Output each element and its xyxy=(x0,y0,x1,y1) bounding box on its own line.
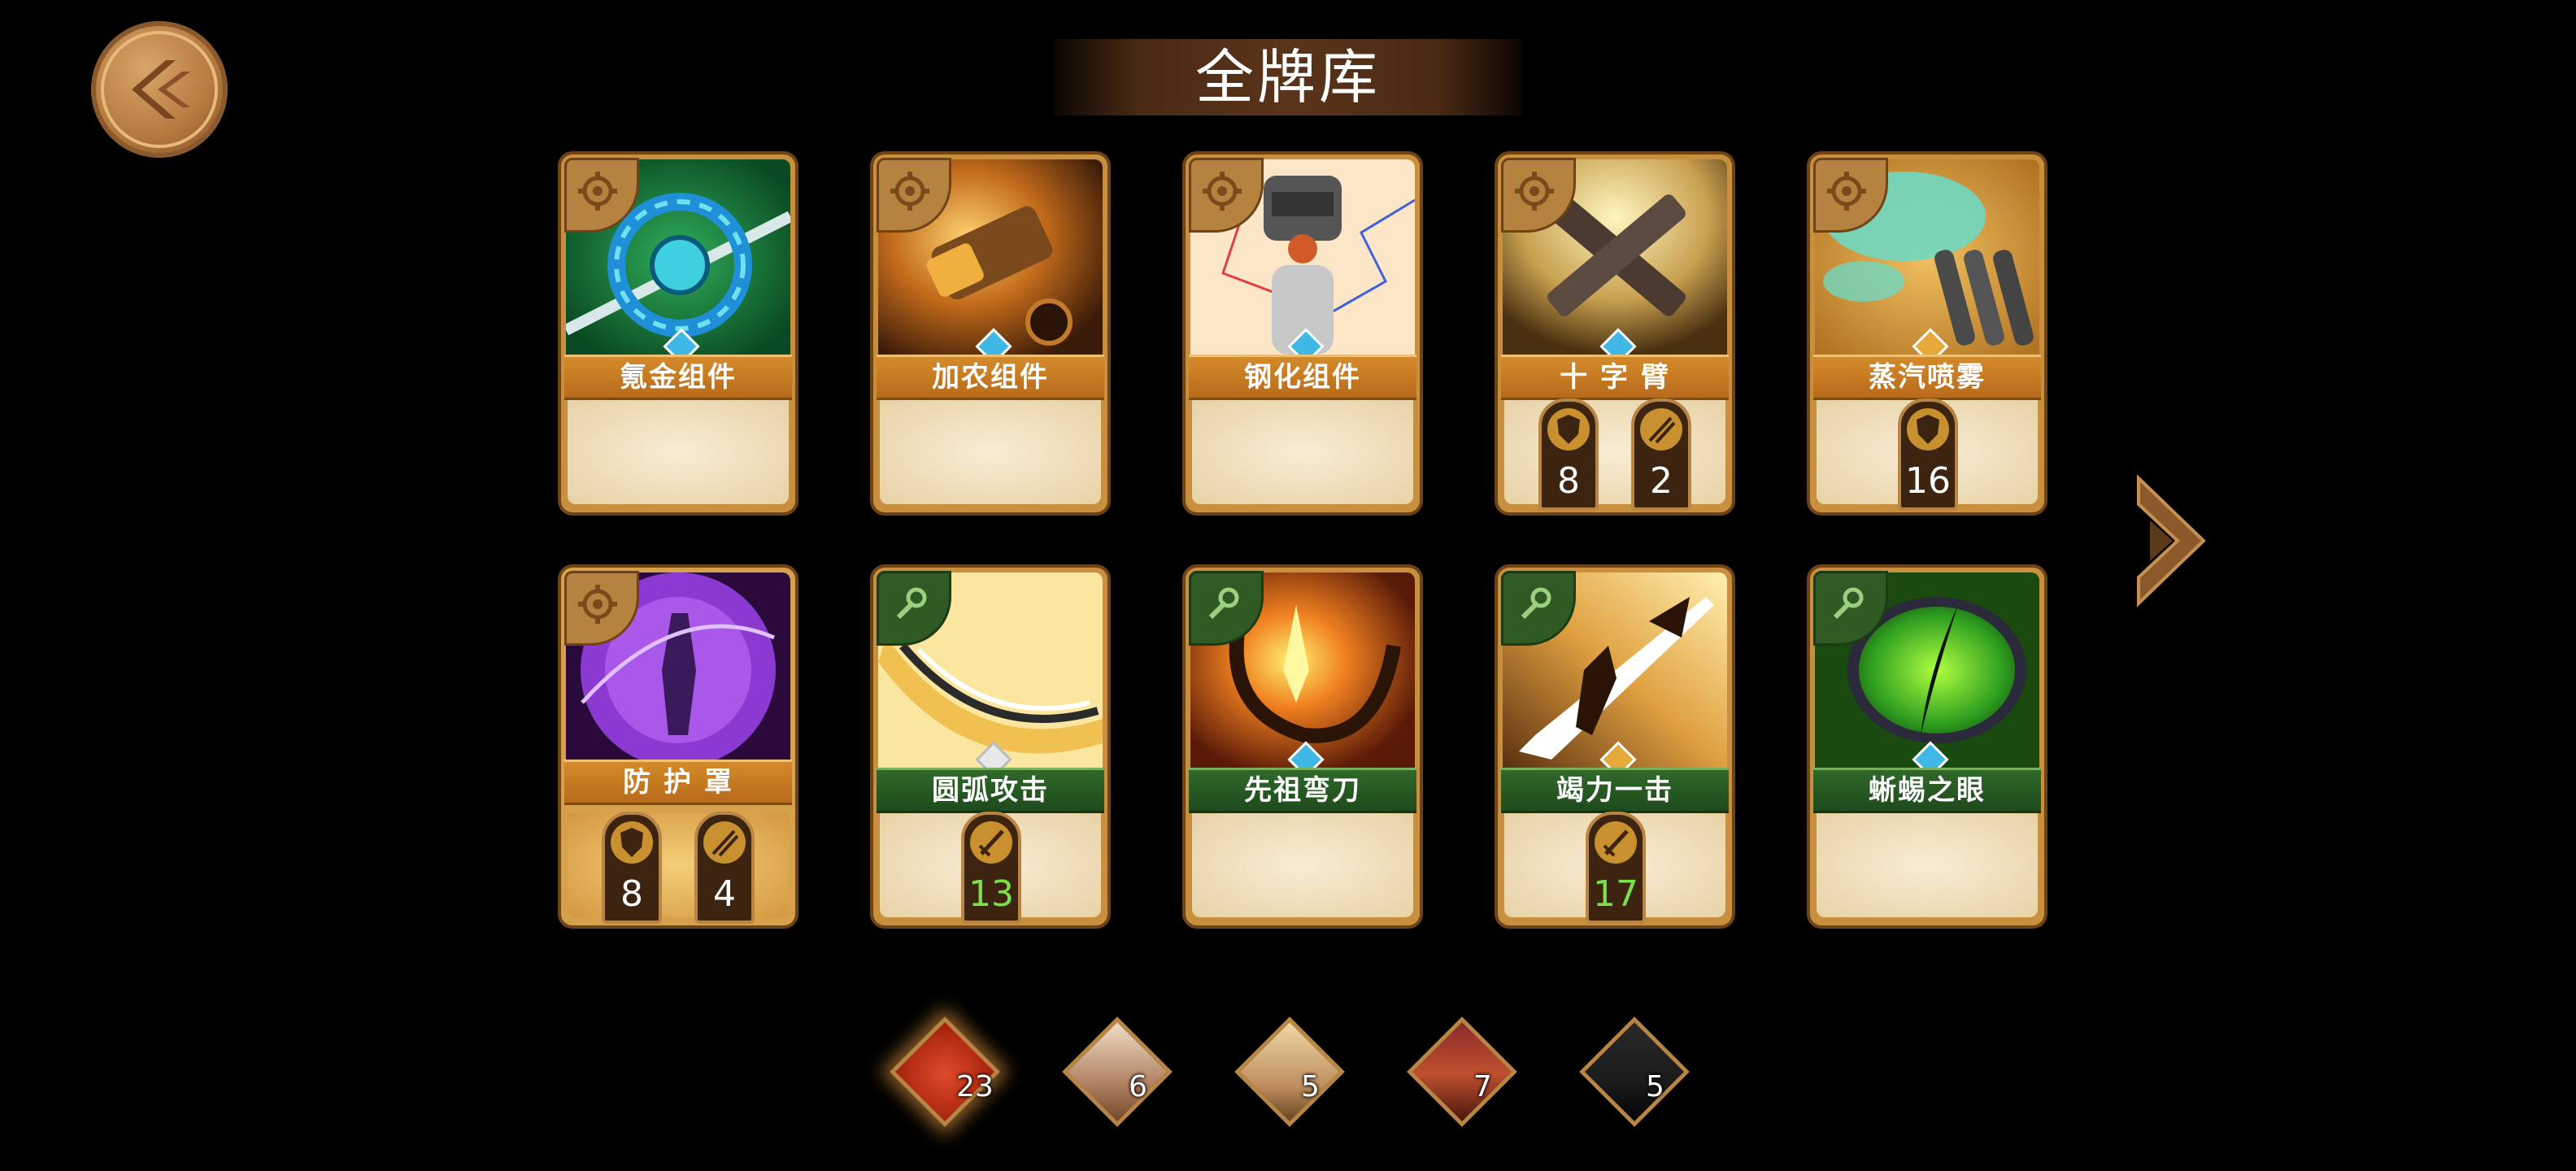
card[interactable]: 氪金组件 xyxy=(561,155,795,512)
hero-portrait-icon xyxy=(1409,1021,1515,1127)
hits-stat: 4 xyxy=(694,812,755,924)
card-name: 蒸汽喷雾 xyxy=(1869,361,1986,394)
card[interactable]: 加农组件 xyxy=(873,155,1107,512)
card[interactable]: 钢化组件 xyxy=(1186,155,1420,512)
card-body xyxy=(1504,400,1725,504)
wrench-icon xyxy=(1208,587,1239,620)
gear-icon xyxy=(1827,172,1866,211)
hero-card-count: 23 xyxy=(956,1070,994,1104)
card[interactable]: 圆弧攻击 13 xyxy=(873,568,1107,925)
wrench-icon xyxy=(896,587,927,620)
hero-tab[interactable]: 5 xyxy=(1579,1016,1690,1127)
armor-stat: 16 xyxy=(1898,398,1958,511)
stat-value: 16 xyxy=(1905,460,1951,502)
armor-stat: 8 xyxy=(602,812,662,924)
card-body xyxy=(880,400,1101,504)
hero-tab[interactable]: 6 xyxy=(1062,1016,1173,1127)
card-name: 圆弧攻击 xyxy=(932,774,1049,807)
card-name: 先祖弯刀 xyxy=(1244,774,1361,807)
arrows-icon xyxy=(1648,416,1676,444)
card-name: 钢化组件 xyxy=(1244,361,1361,394)
card-name-banner: 蜥蜴之眼 xyxy=(1813,768,2041,813)
sword-icon xyxy=(1603,829,1629,857)
stat-value: 2 xyxy=(1650,460,1673,502)
next-page-button[interactable] xyxy=(2130,472,2212,610)
title-banner: 全牌库 xyxy=(1054,39,1522,115)
armor-stat: 8 xyxy=(1538,398,1599,511)
stat-value: 8 xyxy=(1557,460,1580,502)
arrows-icon xyxy=(711,829,739,857)
card-name: 竭力一击 xyxy=(1556,774,1673,807)
card[interactable]: 防 护 罩 8 4 xyxy=(561,568,795,925)
chevron-right-icon xyxy=(2137,474,2206,607)
shield-icon xyxy=(1557,415,1580,444)
card-name: 加农组件 xyxy=(932,361,1049,394)
card-name-banner: 钢化组件 xyxy=(1189,355,1416,400)
gear-icon xyxy=(1515,172,1554,211)
card-body xyxy=(568,400,789,504)
gear-icon xyxy=(578,585,617,624)
stat-value: 13 xyxy=(968,873,1014,915)
shield-icon xyxy=(620,828,643,857)
hero-tab[interactable]: 7 xyxy=(1407,1016,1517,1127)
card-body xyxy=(1192,400,1413,504)
card-name: 防 护 罩 xyxy=(623,766,733,799)
hits-stat: 2 xyxy=(1631,398,1691,511)
hero-card-count: 5 xyxy=(1301,1070,1320,1104)
attack-stat: 13 xyxy=(961,812,1021,924)
card-name: 氪金组件 xyxy=(620,361,737,394)
stat-value: 4 xyxy=(713,873,736,915)
gear-icon xyxy=(578,172,617,211)
card-body xyxy=(1192,813,1413,917)
shield-icon xyxy=(1917,415,1939,444)
hero-portrait-icon xyxy=(1064,1021,1170,1127)
back-arrow-icon xyxy=(101,31,218,148)
back-button[interactable] xyxy=(91,21,228,158)
card-name-banner: 加农组件 xyxy=(877,355,1104,400)
card-name-banner: 十 字 臂 xyxy=(1501,355,1729,400)
hero-card-count: 6 xyxy=(1129,1070,1147,1104)
card-name: 十 字 臂 xyxy=(1560,361,1670,394)
hero-tab[interactable]: 23 xyxy=(890,1016,1000,1127)
attack-stat: 17 xyxy=(1586,812,1646,924)
card-body xyxy=(568,813,789,917)
stat-value: 17 xyxy=(1593,873,1638,915)
stat-value: 8 xyxy=(620,873,643,915)
card-name-banner: 防 护 罩 xyxy=(564,760,792,805)
card-name-banner: 圆弧攻击 xyxy=(877,768,1104,813)
gear-icon xyxy=(890,172,929,211)
wrench-icon xyxy=(1833,587,1864,620)
card[interactable]: 竭力一击 17 xyxy=(1498,568,1732,925)
hero-portrait-icon xyxy=(1582,1021,1687,1127)
sword-icon xyxy=(978,829,1004,857)
card-name-banner: 先祖弯刀 xyxy=(1189,768,1416,813)
hero-tab[interactable]: 5 xyxy=(1234,1016,1345,1127)
wrench-icon xyxy=(1521,587,1551,620)
card-name: 蜥蜴之眼 xyxy=(1869,774,1986,807)
card[interactable]: 蒸汽喷雾 16 xyxy=(1810,155,2044,512)
card-body xyxy=(1817,813,2038,917)
card[interactable]: 先祖弯刀 xyxy=(1186,568,1420,925)
hero-portrait-icon xyxy=(1237,1021,1342,1127)
gear-icon xyxy=(1203,172,1242,211)
card-name-banner: 竭力一击 xyxy=(1501,768,1729,813)
card[interactable]: 十 字 臂 8 2 xyxy=(1498,155,1732,512)
page-title: 全牌库 xyxy=(1194,43,1381,111)
deck-screen: 全牌库 氪金组件 加农组件 钢化组件 十 字 臂 8 2 蒸汽喷雾 16 防 护… xyxy=(0,0,2576,1171)
card-name-banner: 蒸汽喷雾 xyxy=(1813,355,2041,400)
card[interactable]: 蜥蜴之眼 xyxy=(1810,568,2044,925)
card-name-banner: 氪金组件 xyxy=(564,355,792,400)
hero-card-count: 5 xyxy=(1646,1070,1664,1104)
hero-card-count: 7 xyxy=(1473,1070,1492,1104)
